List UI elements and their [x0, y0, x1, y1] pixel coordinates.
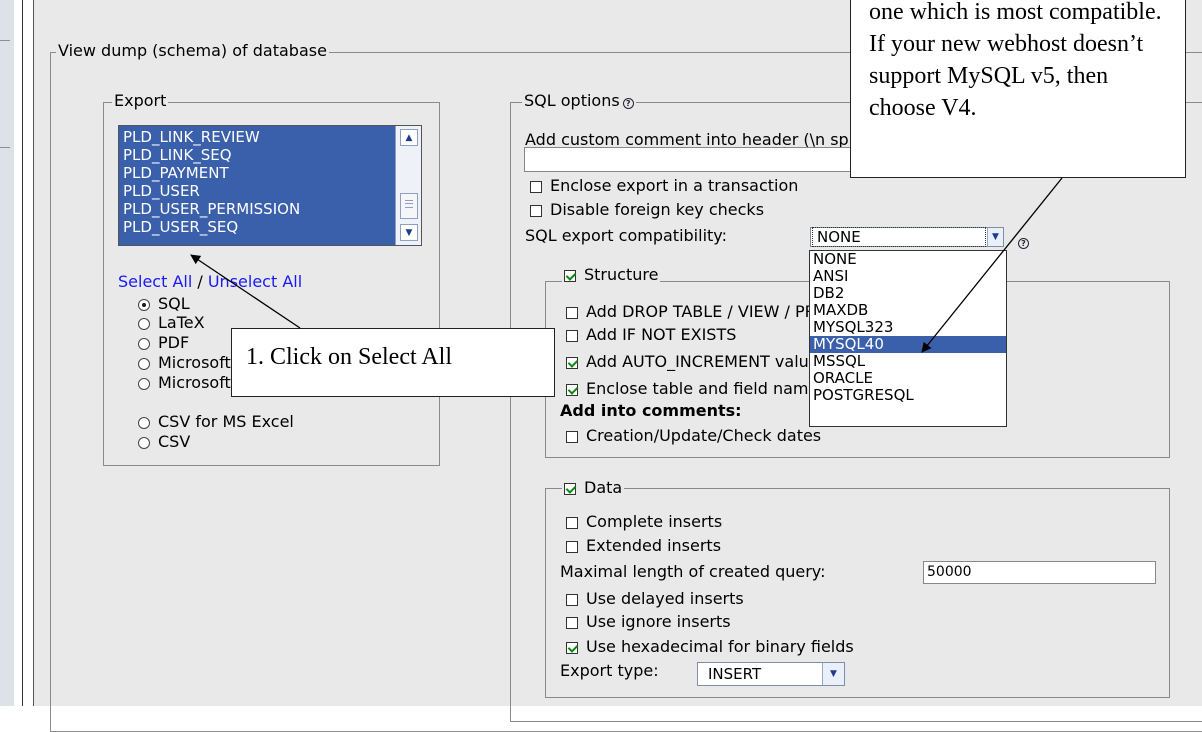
arrow-to-select-all	[190, 254, 301, 329]
arrow-to-mysql40	[921, 177, 1063, 353]
annotation-arrows	[190, 177, 1063, 353]
